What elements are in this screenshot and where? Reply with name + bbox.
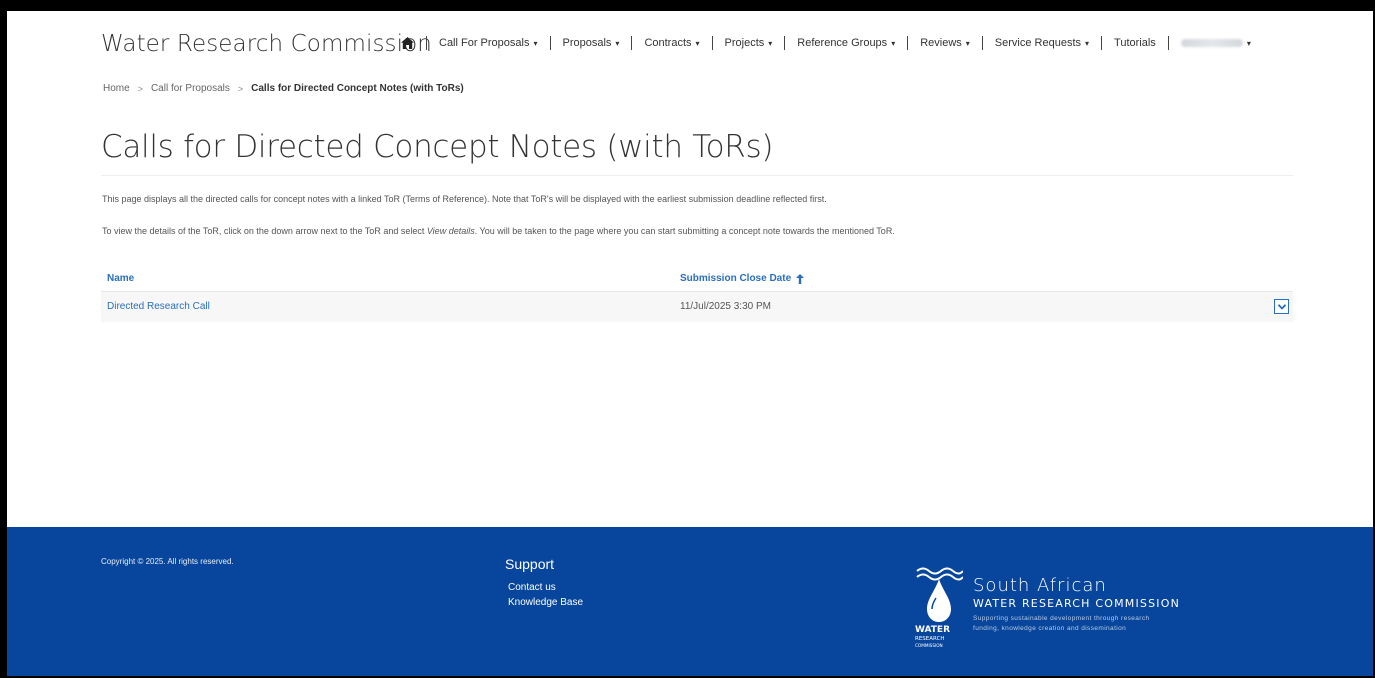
nav-divider <box>907 36 909 50</box>
chevron-down-icon: ▾ <box>615 38 620 48</box>
column-header-label: Submission Close Date <box>680 273 792 284</box>
instructions-paragraph: To view the details of the ToR, click on… <box>102 226 895 236</box>
copyright-text: Copyright © 2025. All rights reserved. <box>101 557 234 566</box>
chevron-down-icon: ▾ <box>695 38 700 48</box>
nav-divider <box>1101 36 1103 50</box>
intro-paragraph: This page displays all the directed call… <box>102 194 827 204</box>
chevron-down-icon: ▾ <box>1246 38 1251 48</box>
page-title: Calls for Directed Concept Notes (with T… <box>101 129 774 165</box>
table-row: Directed Research Call 11/Jul/2025 3:30 … <box>101 292 1293 322</box>
logo-word-water: WATER <box>915 625 950 635</box>
breadcrumb-current: Calls for Directed Concept Notes (with T… <box>251 83 464 94</box>
logo-tagline-2: funding, knowledge creation and dissemin… <box>973 625 1127 632</box>
footer: Copyright © 2025. All rights reserved. S… <box>7 527 1373 676</box>
title-divider <box>101 175 1293 176</box>
user-name-redacted <box>1180 39 1243 47</box>
nav-tutorials[interactable]: Tutorials <box>1114 37 1156 49</box>
nav-divider <box>549 36 551 50</box>
nav-divider <box>1167 36 1169 50</box>
row-actions-dropdown-button[interactable] <box>1274 299 1289 314</box>
nav-projects[interactable]: Projects ▾ <box>725 37 773 49</box>
nav-label: Reference Groups <box>797 37 888 49</box>
nav-menu: Call For Proposals ▾ Proposals ▾ Contracts… <box>401 36 1251 50</box>
instructions-text-end: . You will be taken to the page where yo… <box>474 226 895 236</box>
brand-title[interactable]: Water Research Commission <box>101 31 432 57</box>
wrc-logo: WATER RESEARCH COMMISSION South African … <box>915 565 1205 655</box>
nav-proposals[interactable]: Proposals ▾ <box>563 37 620 49</box>
support-heading: Support <box>505 556 555 572</box>
nav-label: Tutorials <box>1114 37 1156 49</box>
logo-tagline: Supporting sustainable development throu… <box>973 614 1203 634</box>
chevron-down-icon <box>1277 303 1286 310</box>
nav-label: Call For Proposals <box>439 37 530 49</box>
column-header-submission-close-date[interactable]: Submission Close Date <box>680 273 805 284</box>
nav-label: Service Requests <box>994 37 1082 49</box>
nav-label: Proposals <box>562 37 612 49</box>
nav-call-for-proposals[interactable]: Call For Proposals ▾ <box>439 37 538 49</box>
logo-line1: South African <box>973 575 1107 596</box>
knowledge-base-link[interactable]: Knowledge Base <box>508 595 583 610</box>
chevron-down-icon: ▾ <box>891 38 896 48</box>
nav-label: Reviews <box>920 37 962 49</box>
nav-divider <box>631 36 633 50</box>
logo-word-research: RESEARCH <box>915 636 945 642</box>
support-links: Contact us Knowledge Base <box>508 580 583 610</box>
instructions-text-start: To view the details of the ToR, click on… <box>102 226 427 236</box>
nav-label: Contracts <box>644 37 692 49</box>
logo-word-commission: COMMISSION <box>915 643 943 648</box>
arrow-up-icon <box>796 273 805 284</box>
nav-divider <box>426 36 427 50</box>
nav-divider <box>981 36 983 50</box>
contact-us-link[interactable]: Contact us <box>508 580 583 595</box>
nav-user-menu[interactable]: ▾ <box>1180 38 1251 48</box>
column-header-name[interactable]: Name <box>107 273 134 284</box>
nav-contracts[interactable]: Contracts ▾ <box>644 37 699 49</box>
tor-table: Name Submission Close Date Directed Rese… <box>101 267 1293 322</box>
breadcrumb-call-for-proposals[interactable]: Call for Proposals <box>151 83 230 94</box>
nav-reviews[interactable]: Reviews ▾ <box>920 37 970 49</box>
logo-line2: WATER RESEARCH COMMISSION <box>973 597 1181 610</box>
nav-divider <box>784 36 786 50</box>
nav-service-requests[interactable]: Service Requests ▾ <box>995 37 1089 49</box>
logo-tagline-1: Supporting sustainable development throu… <box>973 615 1150 622</box>
breadcrumb-home[interactable]: Home <box>103 83 130 94</box>
nav-divider <box>711 36 713 50</box>
water-drop-logo-icon: WATER RESEARCH COMMISSION <box>915 567 963 648</box>
chevron-down-icon: ▾ <box>768 38 773 48</box>
instructions-view-details: View details <box>426 226 475 236</box>
nav-home[interactable] <box>401 37 414 49</box>
home-icon <box>401 37 414 49</box>
nav-label: Projects <box>724 37 765 49</box>
breadcrumb: Home > Call for Proposals > Calls for Di… <box>103 83 464 94</box>
top-navbar: Water Research Commission Call For Propo… <box>7 27 1373 63</box>
breadcrumb-separator: > <box>137 83 143 94</box>
chevron-down-icon: ▾ <box>965 38 970 48</box>
row-name-link[interactable]: Directed Research Call <box>107 301 210 312</box>
breadcrumb-separator: > <box>237 83 244 94</box>
table-header: Name Submission Close Date <box>101 267 1293 292</box>
chevron-down-icon: ▾ <box>533 38 538 48</box>
browser-viewport: Water Research Commission Call For Propo… <box>7 11 1373 676</box>
chevron-down-icon: ▾ <box>1085 38 1090 48</box>
nav-reference-groups[interactable]: Reference Groups ▾ <box>797 37 895 49</box>
row-close-date: 11/Jul/2025 3:30 PM <box>680 301 771 312</box>
